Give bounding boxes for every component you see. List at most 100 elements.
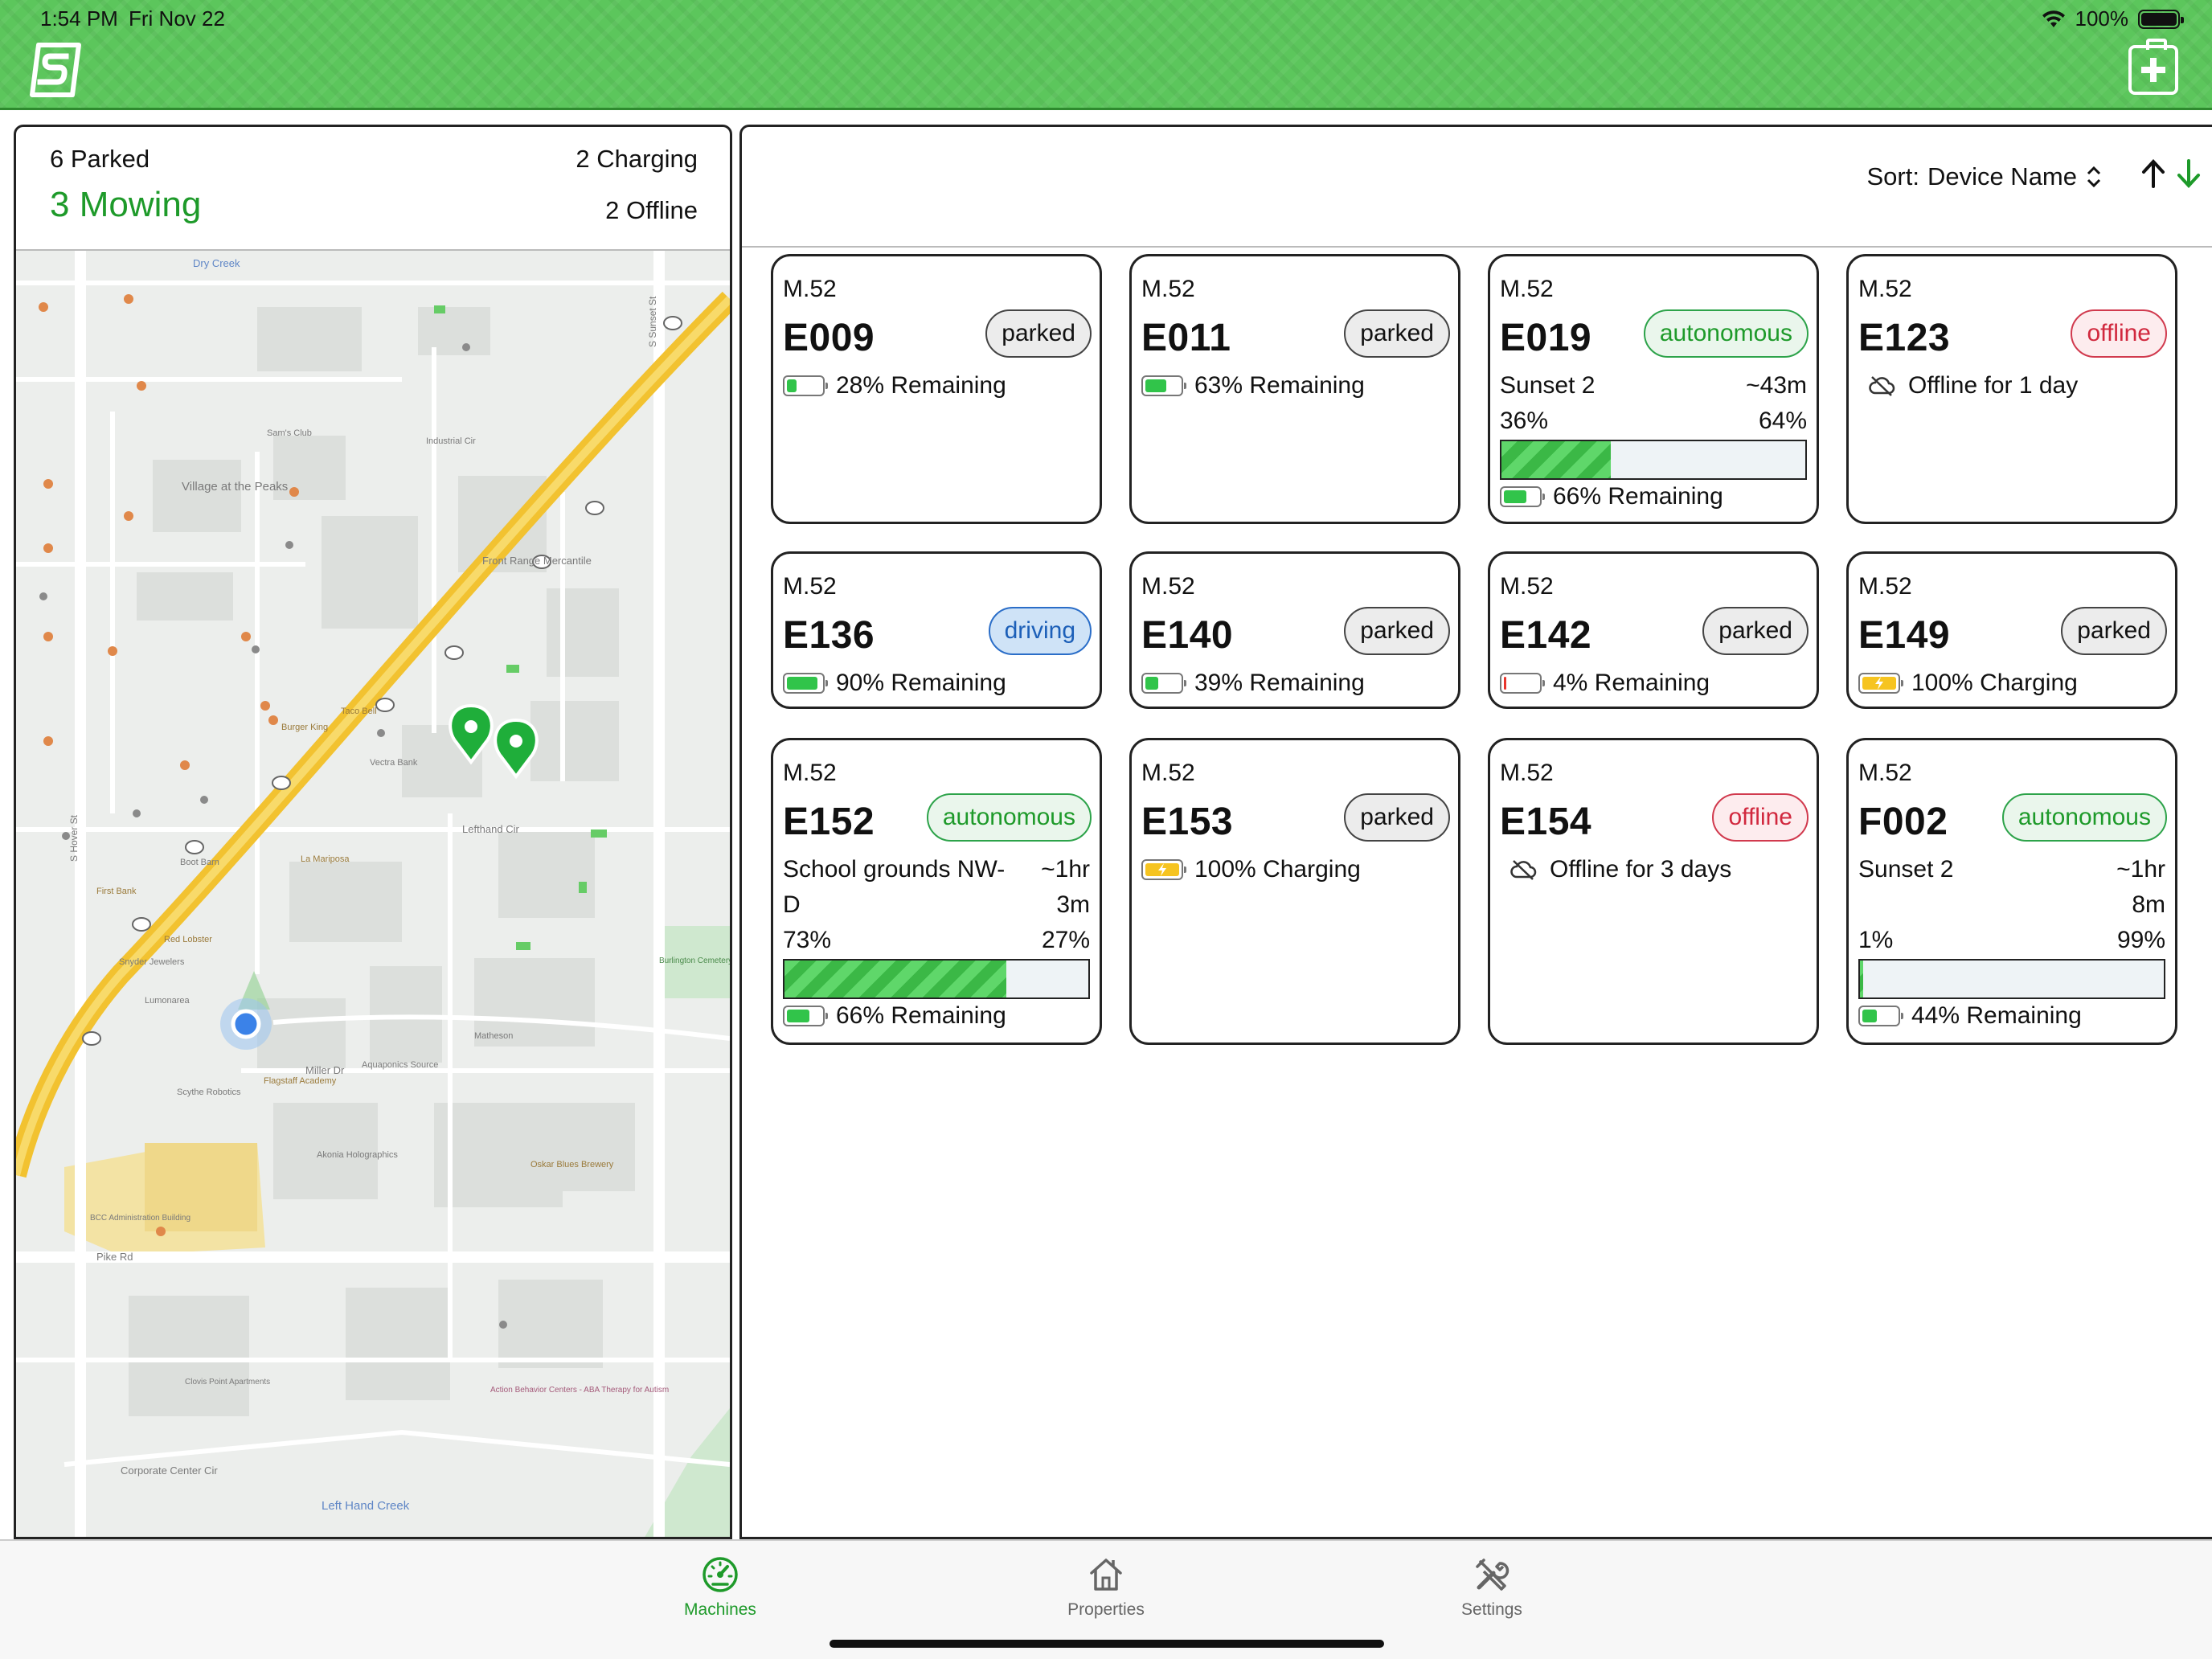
- parked-count[interactable]: 6 Parked: [50, 145, 150, 174]
- status-badge: parked: [1344, 607, 1450, 655]
- machine-name: E140: [1141, 614, 1234, 657]
- map-label-burlington: Burlington Cemetery: [659, 956, 730, 965]
- map-label-scythe: Scythe Robotics: [177, 1088, 241, 1097]
- tab-label: Settings: [1461, 1600, 1522, 1619]
- battery-text: 66% Remaining: [836, 1002, 1006, 1029]
- tab-machines[interactable]: Machines: [640, 1555, 801, 1620]
- sort-dropdown[interactable]: Sort: Device Name: [1866, 162, 2103, 191]
- machine-card-e152[interactable]: M.52 E152 autonomous School grounds NW- …: [771, 738, 1102, 1045]
- job-time-continued: 8m: [2132, 891, 2165, 918]
- machine-name: E123: [1858, 317, 1951, 359]
- battery-text: 44% Remaining: [1911, 1002, 2082, 1029]
- battery-text: 66% Remaining: [1553, 483, 1723, 510]
- status-badge: offline: [1712, 793, 1809, 842]
- job-progress-bar: [783, 959, 1090, 999]
- job-name: School grounds NW-: [783, 856, 1006, 883]
- job-progress-bar: [1500, 440, 1807, 480]
- machine-card-f002[interactable]: M.52 F002 autonomous Sunset 2 ~1hr 8m 1%…: [1846, 738, 2177, 1045]
- job-progress-labels: 73% 27%: [783, 927, 1090, 954]
- machine-model: M.52: [1858, 276, 1912, 302]
- machine-card-e009[interactable]: M.52 E009 parked 28% Remaining: [771, 254, 1102, 524]
- machine-card-e140[interactable]: M.52 E140 parked 39% Remaining: [1129, 551, 1460, 709]
- offline-row: Offline for 3 days: [1509, 856, 1731, 883]
- battery-text: 28% Remaining: [836, 372, 1006, 399]
- map-label-flagstaff: Flagstaff Academy: [264, 1076, 337, 1086]
- battery-icon: [1500, 673, 1545, 694]
- fleet-summary-panel: 6 Parked 3 Mowing 2 Charging 2 Offline V…: [14, 125, 732, 1539]
- battery-icon: [1500, 486, 1545, 507]
- map-label-akonia: Akonia Holographics: [317, 1150, 398, 1160]
- map-label-vectra-bank: Vectra Bank: [370, 758, 418, 768]
- charging-count[interactable]: 2 Charging: [576, 145, 698, 174]
- home-indicator[interactable]: [830, 1640, 1384, 1648]
- map-label-boot-barn: Boot Barn: [180, 858, 219, 867]
- machine-model: M.52: [1500, 276, 1554, 302]
- machine-model: M.52: [1500, 573, 1554, 600]
- offline-count[interactable]: 2 Offline: [605, 196, 698, 225]
- job-done-percent: 36%: [1500, 408, 1549, 434]
- battery-row: 66% Remaining: [1500, 483, 1723, 510]
- battery-icon: [1858, 1006, 1903, 1026]
- map-label-bcc-admin: BCC Administration Building: [90, 1214, 190, 1223]
- machine-name: E153: [1141, 801, 1234, 843]
- machine-model: M.52: [783, 276, 837, 302]
- app-header: 1:54 PM Fri Nov 22 100%: [0, 0, 2212, 110]
- fleet-map[interactable]: Village at the Peaks Front Range Mercant…: [16, 249, 730, 1537]
- job-name-continued: D: [783, 891, 801, 918]
- map-label-sams-club: Sam's Club: [267, 428, 312, 438]
- battery-percent: 100%: [2075, 6, 2129, 31]
- battery-row: 28% Remaining: [783, 372, 1006, 399]
- job-info-row-2: 8m: [1858, 891, 2165, 919]
- sort-descending-arrow-icon[interactable]: [2175, 158, 2202, 190]
- machine-model: M.52: [783, 760, 837, 786]
- battery-icon: [783, 1006, 828, 1026]
- machine-name: E011: [1141, 317, 1231, 359]
- app-logo-icon[interactable]: [27, 42, 84, 98]
- status-date: Fri Nov 22: [129, 6, 225, 31]
- machine-card-e153[interactable]: M.52 E153 parked 100% Charging: [1129, 738, 1460, 1045]
- map-label-clovis-point: Clovis Point Apartments: [185, 1378, 270, 1387]
- sort-bar: Sort: Device Name: [742, 127, 2212, 248]
- map-label-lumonarea: Lumonarea: [145, 996, 190, 1006]
- battery-row: 66% Remaining: [783, 1002, 1006, 1030]
- battery-icon: [1141, 375, 1186, 396]
- job-done-percent: 73%: [783, 927, 832, 953]
- machine-name: E154: [1500, 801, 1592, 843]
- battery-text: 100% Charging: [1911, 670, 2078, 696]
- chevron-up-down-icon: [2087, 166, 2101, 188]
- machine-card-e123[interactable]: M.52 E123 offline Offline for 1 day: [1846, 254, 2177, 524]
- sort-ascending-arrow-icon[interactable]: [2140, 158, 2167, 190]
- machine-card-e019[interactable]: M.52 E019 autonomous Sunset 2 ~43m 36% 6…: [1488, 254, 1819, 524]
- machine-card-e149[interactable]: M.52 E149 parked 100% Charging: [1846, 551, 2177, 709]
- map-label-s-hover-st: S Hover St: [68, 814, 80, 862]
- battery-text: 63% Remaining: [1194, 372, 1365, 399]
- map-label-s-sunset-st: S Sunset St: [647, 296, 658, 347]
- cloud-offline-icon: [1869, 376, 1895, 396]
- tab-properties[interactable]: Properties: [1026, 1555, 1186, 1620]
- machine-card-e142[interactable]: M.52 E142 parked 4% Remaining: [1488, 551, 1819, 709]
- job-remaining-percent: 27%: [1041, 927, 1090, 953]
- sort-label: Sort:: [1866, 162, 1919, 190]
- machine-name: E152: [783, 801, 875, 843]
- map-label-corporate-center: Corporate Center Cir: [121, 1464, 218, 1477]
- machine-card-e011[interactable]: M.52 E011 parked 63% Remaining: [1129, 254, 1460, 524]
- map-label-burger-king: Burger King: [281, 723, 328, 732]
- battery-row: 39% Remaining: [1141, 670, 1365, 697]
- tab-label: Properties: [1067, 1600, 1145, 1619]
- job-info-row-2: D 3m: [783, 891, 1090, 919]
- job-name: Sunset 2: [1500, 372, 1596, 399]
- lightning-icon: [1875, 677, 1883, 690]
- tab-settings[interactable]: Settings: [1411, 1555, 1572, 1620]
- plus-icon: [2141, 58, 2165, 82]
- machine-card-e154[interactable]: M.52 E154 offline Offline for 3 days: [1488, 738, 1819, 1045]
- job-name: Sunset 2: [1858, 856, 1954, 883]
- add-machine-button[interactable]: [2128, 39, 2178, 95]
- map-label-matheson: Matheson: [474, 1031, 513, 1041]
- machine-card-e136[interactable]: M.52 E136 driving 90% Remaining: [771, 551, 1102, 709]
- status-badge: autonomous: [1643, 309, 1809, 358]
- mowing-count[interactable]: 3 Mowing: [50, 185, 201, 225]
- status-time: 1:54 PM: [40, 6, 118, 31]
- machine-model: M.52: [1141, 276, 1195, 302]
- lightning-icon: [1158, 863, 1166, 876]
- job-time-remaining: ~1hr: [2116, 856, 2165, 883]
